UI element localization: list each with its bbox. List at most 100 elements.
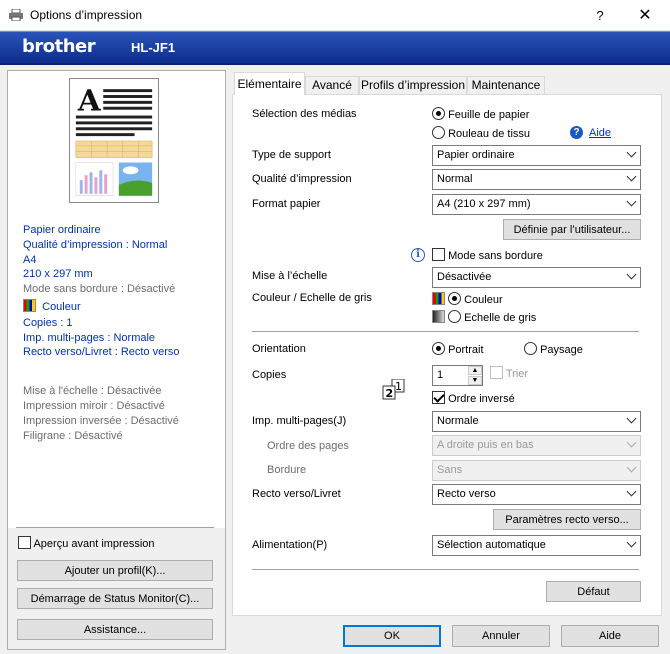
duplex-label: Recto verso/Livret: [252, 488, 341, 500]
status-monitor-button[interactable]: Démarrage de Status Monitor(C)...: [17, 588, 213, 609]
quality-select[interactable]: Normal: [432, 169, 641, 190]
section-divider: [252, 569, 639, 570]
media-sheet-radio[interactable]: Feuille de papier: [432, 107, 529, 121]
summary-mirror: Impression miroir : Désactivé: [23, 400, 165, 412]
collate-checkbox[interactable]: Trier: [490, 366, 528, 380]
copies-label: Copies: [252, 369, 287, 381]
reverse-order-label: Ordre inversé: [448, 393, 515, 405]
orientation-label: Orientation: [252, 343, 306, 355]
portrait-radio[interactable]: Portrait: [432, 342, 484, 356]
duplex-select[interactable]: Recto verso: [432, 484, 641, 505]
landscape-radio[interactable]: Paysage: [524, 342, 583, 356]
color-icon: [23, 299, 36, 312]
summary-color-label: Couleur: [42, 301, 81, 313]
section-divider: [252, 331, 639, 332]
chevron-down-icon: [626, 462, 637, 473]
summary-watermark: Filigrane : Désactivé: [23, 430, 123, 442]
chevron-down-icon: [626, 196, 637, 207]
paper-size-select[interactable]: A4 (210 x 297 mm): [432, 194, 641, 215]
summary-copies: Copies : 1: [23, 317, 73, 329]
reverse-order-checkbox[interactable]: Ordre inversé: [432, 391, 515, 405]
page-order-value: A droite puis en bas: [437, 439, 534, 451]
printer-icon: [9, 9, 23, 21]
summary-dimensions: 210 x 297 mm: [23, 268, 93, 280]
assistance-button[interactable]: Assistance...: [17, 619, 213, 640]
chevron-down-icon: [626, 437, 637, 448]
borderless-check[interactable]: [432, 248, 445, 261]
page-order-label: Ordre des pages: [267, 440, 349, 452]
tab-basic[interactable]: Elémentaire: [234, 72, 305, 95]
chevron-down-icon: [626, 486, 637, 497]
feed-select[interactable]: Sélection automatique: [432, 535, 641, 556]
tab-advanced[interactable]: Avancé: [305, 76, 359, 95]
summary-size: A4: [23, 254, 37, 266]
copies-down-icon[interactable]: ▼: [468, 376, 482, 385]
landscape-radio-dot[interactable]: [524, 342, 537, 355]
cancel-button[interactable]: Annuler: [452, 625, 550, 647]
summary-media: Papier ordinaire: [23, 224, 101, 236]
page-order-select[interactable]: A droite puis en bas: [432, 435, 641, 456]
gray-radio[interactable]: Echelle de gris: [432, 310, 536, 324]
scaling-label: Mise à l’échelle: [252, 270, 328, 282]
chevron-down-icon: [626, 171, 637, 182]
help-button[interactable]: Aide: [561, 625, 659, 647]
help-link[interactable]: Aide: [589, 127, 611, 139]
borderless-label: Mode sans bordure: [448, 250, 543, 262]
chevron-down-icon: [626, 147, 637, 158]
brand-banner: [0, 31, 670, 65]
quality-label: Qualité d’impression: [252, 173, 352, 185]
window-title: Options d’impression: [30, 8, 143, 22]
media-sheet-radio-dot[interactable]: [432, 107, 445, 120]
media-roll-radio[interactable]: Rouleau de tissu: [432, 126, 530, 140]
reverse-order-check[interactable]: [432, 391, 445, 404]
media-sheet-label: Feuille de papier: [448, 109, 530, 121]
landscape-label: Paysage: [540, 344, 583, 356]
feed-label: Alimentation(P): [252, 539, 328, 551]
portrait-label: Portrait: [448, 344, 484, 356]
help-icon[interactable]: ?: [570, 126, 583, 139]
summary-multipage: Imp. multi-pages : Normale: [23, 332, 156, 344]
printer-model: HL-JF1: [131, 40, 176, 55]
multipage-value: Normale: [437, 415, 479, 427]
copies-up-icon[interactable]: ▲: [468, 366, 482, 375]
tab-maintenance[interactable]: Maintenance: [467, 76, 545, 95]
default-button[interactable]: Défaut: [546, 581, 641, 602]
page-preview-image: A: [69, 78, 159, 203]
portrait-radio-dot[interactable]: [432, 342, 445, 355]
summary-scaling: Mise à l'échelle : Désactivée: [23, 385, 162, 397]
media-roll-label: Rouleau de tissu: [448, 128, 531, 140]
collate-check[interactable]: [490, 366, 503, 379]
collate-label: Trier: [505, 368, 529, 380]
paper-size-label: Format papier: [252, 198, 321, 210]
scaling-value: Désactivée: [437, 271, 492, 283]
color-radio[interactable]: Couleur: [432, 292, 503, 306]
svg-text:1: 1: [395, 380, 402, 393]
media-roll-radio-dot[interactable]: [432, 126, 445, 139]
chevron-down-icon: [626, 537, 637, 548]
print-preview-checkbox[interactable]: Aperçu avant impression: [18, 536, 155, 550]
context-help-button[interactable]: ?: [582, 4, 618, 28]
copies-value: 1: [437, 369, 444, 381]
tab-print-profiles[interactable]: Profils d’impression: [359, 76, 467, 95]
svg-text:2: 2: [386, 387, 394, 400]
print-preview-label: Aperçu avant impression: [33, 538, 155, 550]
info-icon[interactable]: i: [411, 248, 425, 262]
user-defined-size-button[interactable]: Définie par l’utilisateur...: [503, 219, 641, 240]
chevron-down-icon: [626, 269, 637, 280]
close-button[interactable]: ✕: [624, 4, 666, 28]
borderless-checkbox[interactable]: Mode sans bordure: [432, 248, 543, 262]
support-type-label: Type de support: [252, 149, 331, 161]
brother-logo: brother: [22, 36, 96, 57]
gray-radio-dot[interactable]: [448, 310, 462, 323]
print-preview-check[interactable]: [18, 536, 31, 549]
ok-button[interactable]: OK: [343, 625, 441, 647]
support-type-select[interactable]: Papier ordinaire: [432, 145, 641, 166]
add-profile-button[interactable]: Ajouter un profil(K)...: [17, 560, 213, 581]
duplex-settings-button[interactable]: Paramètres recto verso...: [493, 509, 641, 530]
scaling-select[interactable]: Désactivée: [432, 267, 641, 288]
color-mode-label: Couleur / Echelle de gris: [252, 292, 372, 304]
multipage-select[interactable]: Normale: [432, 411, 641, 432]
color-radio-dot[interactable]: [448, 292, 462, 305]
summary-duplex: Recto verso/Livret : Recto verso: [23, 346, 180, 358]
border-select[interactable]: Sans: [432, 460, 641, 481]
